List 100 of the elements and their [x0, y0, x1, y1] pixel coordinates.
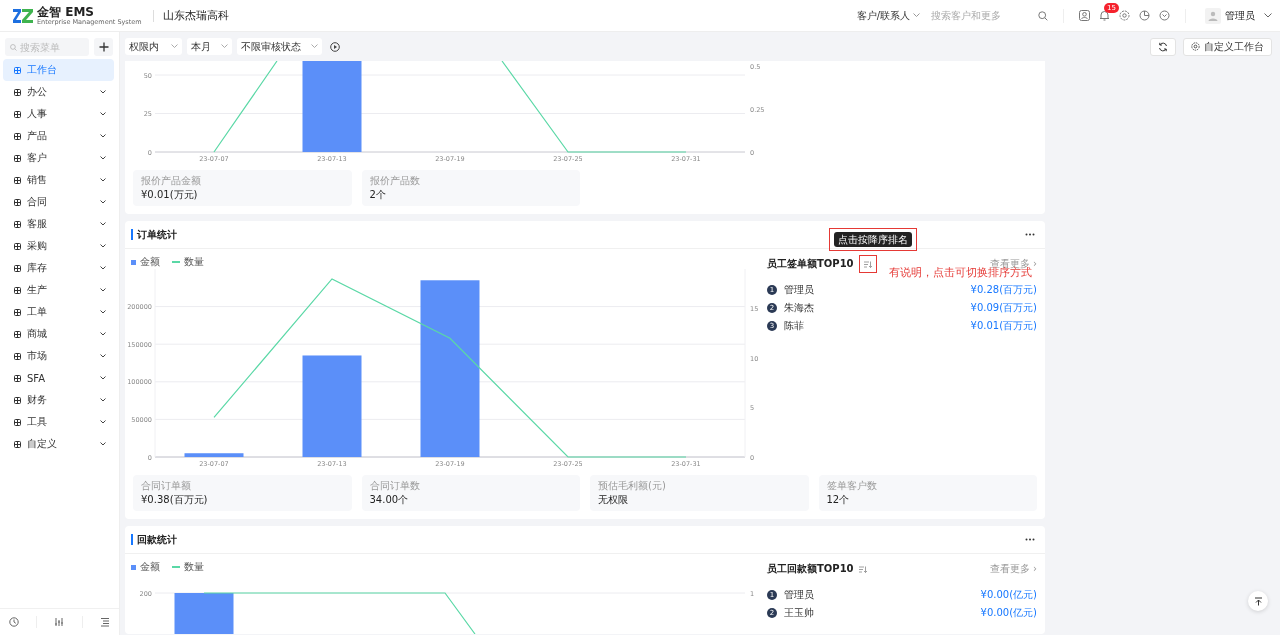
more-icon[interactable]	[1025, 538, 1035, 541]
legend-item[interactable]: 数量	[172, 255, 204, 269]
menu-item[interactable]: 产品	[3, 125, 114, 147]
bell-icon[interactable]	[1099, 10, 1110, 21]
search-field[interactable]: 搜索客户和更多	[929, 9, 1029, 22]
filter-dropdown[interactable]: 权限内	[125, 38, 182, 55]
chevron-down-icon	[100, 244, 106, 248]
chevron-down-icon	[100, 90, 106, 94]
chevron-down-icon	[100, 376, 106, 380]
search-icon[interactable]	[1038, 10, 1048, 21]
logo-text: 金智 EMS	[37, 5, 95, 18]
contacts-icon[interactable]	[1079, 10, 1090, 21]
grid-icon	[14, 110, 21, 118]
settings-icon[interactable]	[1119, 10, 1130, 21]
menu-item[interactable]: 自定义	[3, 433, 114, 455]
back-to-top-button[interactable]	[1248, 591, 1268, 611]
tooltip: 点击按降序排名	[833, 232, 912, 247]
legend-item[interactable]: 数量	[172, 560, 204, 574]
list-icon[interactable]	[100, 617, 111, 627]
grid-icon	[14, 308, 21, 316]
grid-icon	[14, 220, 21, 228]
stat-value: 12个	[826, 493, 851, 507]
amount-value[interactable]: ¥0.09(百万元)	[970, 301, 1037, 315]
stat-label: 签单客户数	[826, 479, 878, 493]
employee-name: 管理员	[784, 283, 815, 297]
chart-bar	[184, 453, 244, 457]
filter-bars-icon[interactable]	[54, 617, 65, 627]
grid-icon	[14, 418, 21, 426]
more-icon[interactable]	[1025, 233, 1035, 236]
filter-dropdown[interactable]: 本月	[187, 38, 232, 55]
grid-icon	[14, 352, 21, 360]
chevron-down-icon[interactable]	[1264, 13, 1272, 18]
section-title: 回款统计	[131, 534, 1025, 545]
grid-icon	[14, 374, 21, 382]
refresh-button[interactable]	[1150, 37, 1176, 56]
employee-name: 陈菲	[784, 319, 805, 333]
legend-item[interactable]: 金额	[131, 560, 160, 574]
menu-item[interactable]: 商城	[3, 323, 114, 345]
user-name[interactable]: 管理员	[1225, 8, 1255, 23]
menu-item[interactable]: 财务	[3, 389, 114, 411]
stat-value: 34.00个	[369, 493, 410, 507]
search-scope-dropdown[interactable]: 客户/联系人	[856, 8, 920, 23]
menu-item[interactable]: 采购	[3, 235, 114, 257]
legend-item[interactable]: 金额	[131, 255, 160, 269]
chevron-down-icon	[100, 112, 106, 116]
stat-label: 合同订单数	[369, 479, 421, 493]
sort-icon[interactable]	[858, 565, 867, 573]
chevron-circle-icon[interactable]	[1159, 10, 1170, 21]
grid-icon	[14, 132, 21, 140]
menu-item[interactable]: 人事	[3, 103, 114, 125]
menu-item[interactable]: 销售	[3, 169, 114, 191]
chevron-down-icon	[100, 442, 106, 446]
menu-item[interactable]: 生产	[3, 279, 114, 301]
employee-name: 管理员	[784, 588, 815, 602]
add-button[interactable]	[94, 38, 113, 56]
chevron-down-icon	[100, 134, 106, 138]
filter-dropdown[interactable]: 不限审核状态	[237, 38, 322, 55]
grid-icon	[14, 154, 21, 162]
menu-item[interactable]: 库存	[3, 257, 114, 279]
stat-label: 合同订单额	[141, 479, 192, 493]
chevron-down-icon	[913, 13, 920, 18]
menu-item[interactable]: 合同	[3, 191, 114, 213]
sort-icon[interactable]	[863, 260, 872, 268]
play-circle-icon[interactable]	[330, 41, 340, 52]
history-icon[interactable]	[8, 617, 19, 627]
chevron-down-icon	[221, 44, 228, 49]
chevron-down-icon	[100, 332, 106, 336]
grid-icon	[14, 286, 21, 294]
menu-item[interactable]: 工具	[3, 411, 114, 433]
chevron-down-icon	[100, 420, 106, 424]
stat-value: 2个	[369, 188, 387, 202]
grid-icon	[14, 396, 21, 404]
chevron-down-icon	[100, 398, 106, 402]
amount-value[interactable]: ¥0.28(百万元)	[970, 283, 1037, 297]
chevron-down-icon	[100, 222, 106, 226]
menu-item[interactable]: SFA	[3, 367, 114, 389]
menu-item[interactable]: 工单	[3, 301, 114, 323]
refresh-icon	[1158, 41, 1168, 52]
menu-item[interactable]: 市场	[3, 345, 114, 367]
employee-name: 朱海杰	[784, 301, 815, 315]
settings-icon	[1191, 42, 1200, 51]
amount-value[interactable]: ¥0.01(百万元)	[970, 319, 1037, 333]
grid-icon	[14, 242, 21, 250]
grid-icon	[14, 198, 21, 206]
chevron-down-icon	[311, 44, 318, 49]
stat-value: ¥0.01(万元)	[141, 188, 199, 202]
amount-value[interactable]: ¥0.00(亿元)	[980, 606, 1037, 620]
menu-item[interactable]: 客户	[3, 147, 114, 169]
arrow-up-icon	[1253, 596, 1263, 606]
ranking-title: 员工签单额TOP10	[767, 257, 854, 271]
menu-item[interactable]: 客服	[3, 213, 114, 235]
amount-value[interactable]: ¥0.00(亿元)	[980, 588, 1037, 602]
customize-workspace-button[interactable]: 自定义工作台	[1183, 37, 1272, 56]
stat-label: 预估毛利额(元)	[598, 479, 667, 493]
stat-value: ¥0.38(百万元)	[141, 493, 209, 507]
annotation-note: 有说明，点击可切换排序方式	[888, 267, 1032, 279]
pie-chart-icon[interactable]	[1139, 10, 1150, 21]
menu-item[interactable]: 办公	[3, 81, 114, 103]
menu-item[interactable]: 工作台	[3, 59, 114, 81]
grid-icon	[14, 88, 21, 96]
